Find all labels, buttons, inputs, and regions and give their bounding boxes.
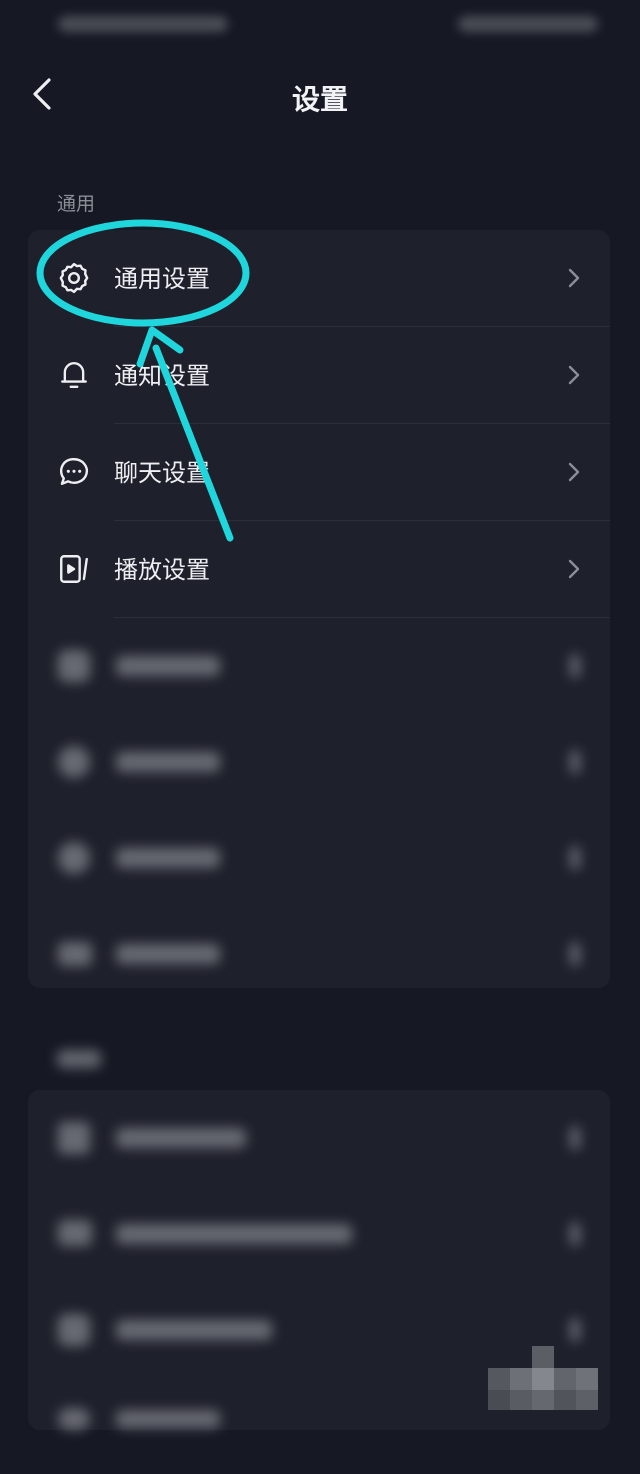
pixelated-watermark [488, 1340, 600, 1410]
bell-icon [56, 357, 92, 393]
blurred-settings-item[interactable] [28, 714, 610, 810]
blurred-icon [58, 842, 90, 874]
settings-item-chat[interactable]: 聊天设置 [28, 424, 610, 520]
play-settings-icon [56, 551, 92, 587]
blurred-settings-item[interactable] [28, 1186, 610, 1282]
gear-icon [56, 260, 92, 296]
chevron-right-icon [568, 559, 580, 579]
blurred-settings-item[interactable] [28, 1090, 610, 1186]
chevron-right-icon [568, 268, 580, 288]
blurred-settings-item[interactable] [28, 810, 610, 906]
blurred-icon [58, 1408, 90, 1430]
header: 设置 [0, 60, 640, 130]
settings-item-label: 通用设置 [114, 265, 210, 293]
status-bar-indicators [458, 16, 598, 32]
blurred-chevron [570, 942, 580, 966]
blurred-label [116, 752, 220, 772]
chat-bubble-icon [56, 454, 92, 490]
blurred-label [116, 1224, 352, 1244]
chevron-right-icon [568, 365, 580, 385]
blurred-section-label [57, 1050, 101, 1068]
blurred-label [57, 1050, 101, 1068]
page-title: 设置 [291, 83, 348, 116]
blurred-label [116, 1128, 246, 1148]
section-label-general: 通用 [57, 193, 96, 215]
blurred-chevron [570, 846, 580, 870]
status-bar-carrier [58, 16, 228, 32]
blurred-chevron [570, 1126, 580, 1150]
settings-item-label: 聊天设置 [114, 459, 210, 487]
settings-item-label: 通知设置 [114, 362, 210, 390]
settings-item-label: 播放设置 [114, 556, 210, 584]
blurred-icon [58, 1122, 90, 1154]
blurred-label [116, 1410, 220, 1428]
settings-item-playback[interactable]: 播放设置 [28, 521, 610, 617]
general-settings-card: 通用设置 通知设置 聊天设置 播放设置 [28, 230, 610, 988]
settings-item-general[interactable]: 通用设置 [28, 230, 610, 326]
blurred-icon [58, 1220, 92, 1246]
blurred-icon [58, 746, 90, 778]
blurred-icon [58, 1314, 90, 1346]
status-bar [0, 0, 640, 50]
blurred-label [116, 944, 220, 964]
blurred-icon [58, 650, 90, 682]
blurred-settings-item[interactable] [28, 906, 610, 1002]
chevron-right-icon [568, 462, 580, 482]
blurred-label [116, 848, 220, 868]
blurred-chevron [570, 1318, 580, 1342]
blurred-icon [58, 942, 92, 966]
blurred-label [116, 656, 220, 676]
blurred-label [116, 1320, 272, 1340]
blurred-chevron [570, 654, 580, 678]
blurred-chevron [570, 750, 580, 774]
settings-item-notification[interactable]: 通知设置 [28, 327, 610, 423]
blurred-chevron [570, 1222, 580, 1246]
blurred-settings-item[interactable] [28, 618, 610, 714]
